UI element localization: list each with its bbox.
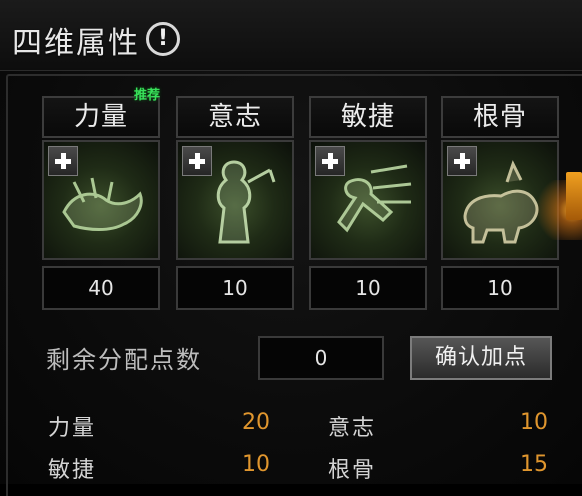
recommend-badge: 推荐 xyxy=(134,88,161,103)
remaining-points-label: 剩余分配点数 xyxy=(46,346,202,374)
summary-value: 15 xyxy=(520,452,548,477)
summary-label: 敏捷 xyxy=(48,458,97,483)
panel-title: 四维属性 xyxy=(12,26,140,61)
side-glow-bar xyxy=(566,172,582,220)
summary-label: 力量 xyxy=(48,416,97,441)
confirm-allocation-button[interactable]: 确认加点 xyxy=(410,336,552,380)
will-icon xyxy=(176,140,294,260)
strength-icon xyxy=(42,140,160,260)
agility-icon xyxy=(309,140,427,260)
panel-header: 四维属性 ! xyxy=(0,0,582,71)
stat-value-constitution: 10 xyxy=(441,266,559,310)
add-will-button[interactable] xyxy=(182,146,212,176)
summary-value: 20 xyxy=(242,410,270,435)
summary-value: 10 xyxy=(520,410,548,435)
add-strength-button[interactable] xyxy=(48,146,78,176)
stat-label-will: 意志 xyxy=(176,96,294,138)
remaining-points-value: 0 xyxy=(258,336,384,380)
stat-label-constitution: 根骨 xyxy=(441,96,559,138)
summary-label: 根骨 xyxy=(328,458,377,483)
stat-value-will: 10 xyxy=(176,266,294,310)
stat-label-agility: 敏捷 xyxy=(309,96,427,138)
attribute-panel: 四维属性 ! 力量 推荐 40 意志 10 敏捷 10 根骨 10 剩余分配点数… xyxy=(0,0,582,496)
add-agility-button[interactable] xyxy=(315,146,345,176)
stat-value-agility: 10 xyxy=(309,266,427,310)
stat-value-strength: 40 xyxy=(42,266,160,310)
summary-value: 10 xyxy=(242,452,270,477)
summary-label: 意志 xyxy=(328,416,377,441)
add-constitution-button[interactable] xyxy=(447,146,477,176)
help-icon[interactable]: ! xyxy=(146,22,180,56)
